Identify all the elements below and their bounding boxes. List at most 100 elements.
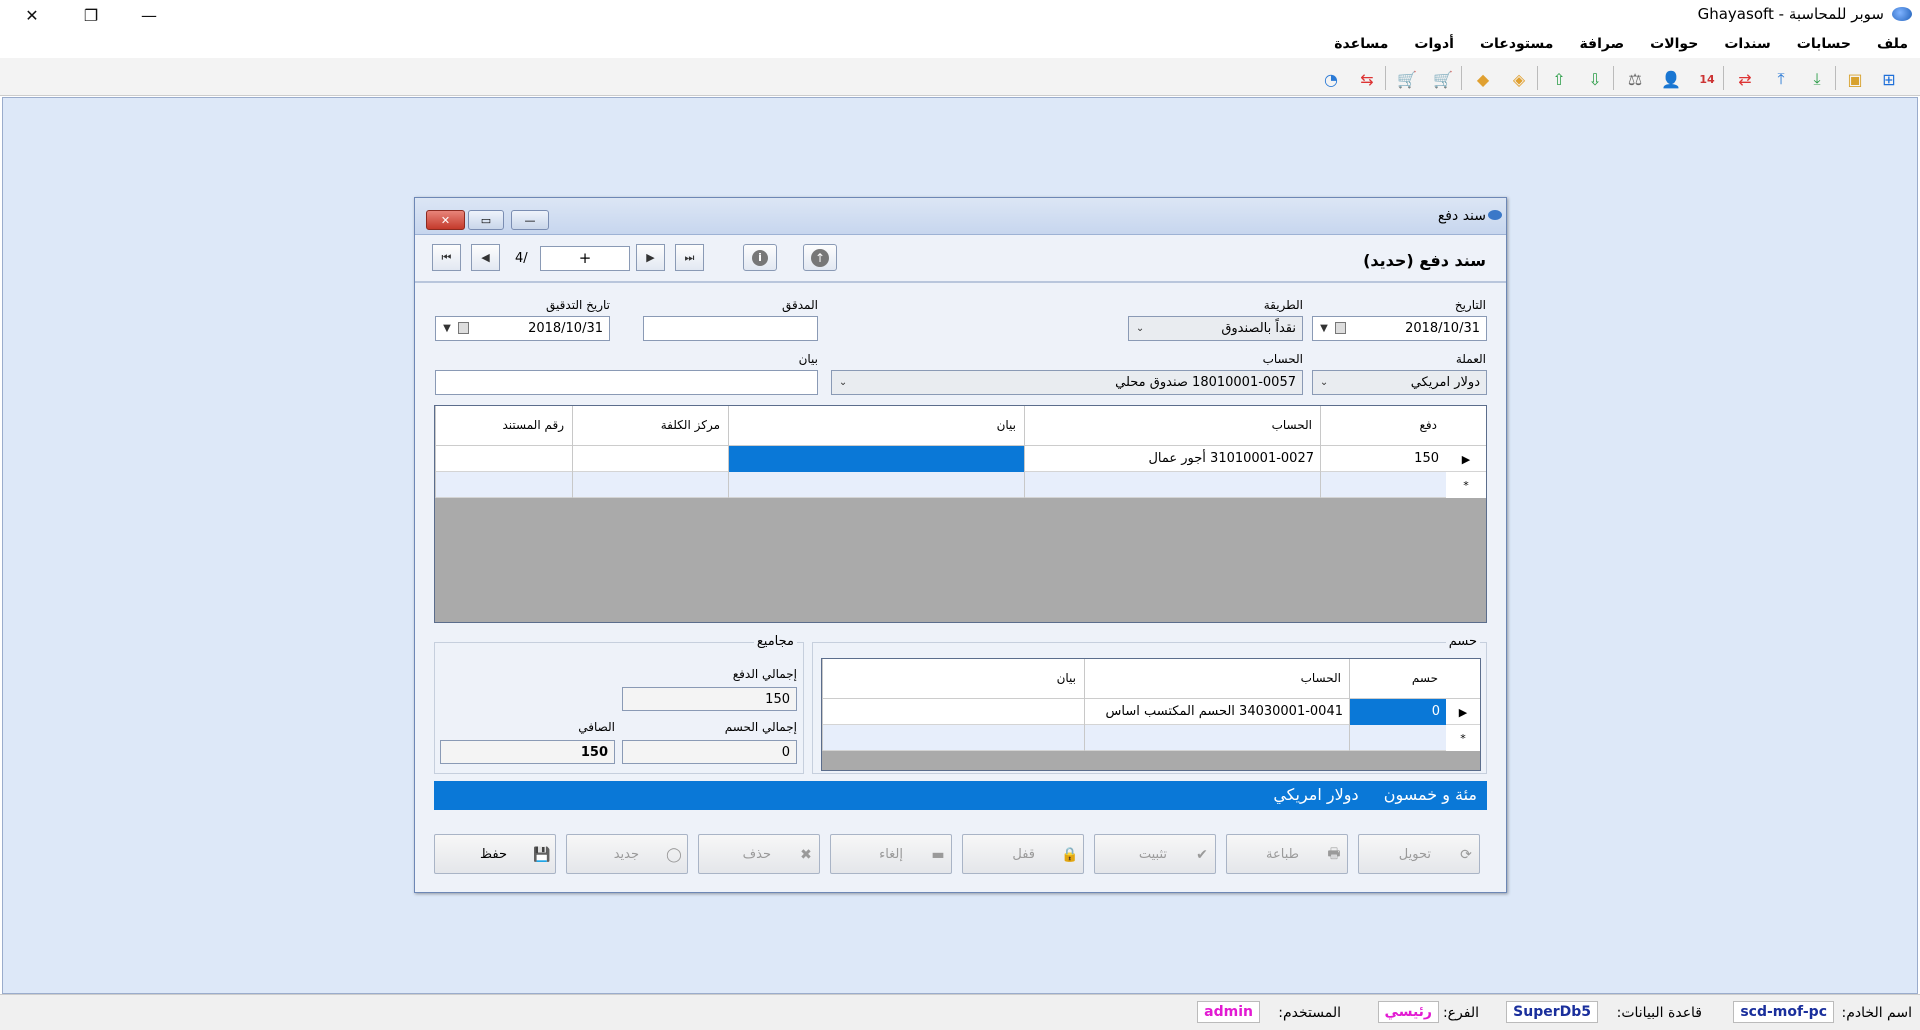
discount-title: حسم — [1445, 634, 1480, 649]
tag-icon[interactable]: ◆ — [1470, 67, 1496, 91]
col-doc-number[interactable]: رقم المستند — [435, 406, 572, 446]
print-button[interactable]: طباعة 🖶 — [1226, 834, 1348, 874]
new-cell[interactable] — [1024, 472, 1320, 498]
account-value: 18010001-0057 صندوق محلي — [1115, 375, 1296, 390]
new-cell[interactable] — [1349, 725, 1446, 751]
minimize-icon[interactable]: — — [125, 0, 173, 30]
branch-label: الفرع: — [1442, 1005, 1479, 1021]
chevron-down-icon[interactable]: ⌄ — [1315, 371, 1333, 394]
statement-label: بيان — [798, 352, 818, 366]
info-button[interactable]: i — [743, 244, 777, 271]
print-label: طباعة — [1266, 847, 1299, 862]
convert-button[interactable]: تحويل ⟳ — [1358, 834, 1480, 874]
dialog-restore-button[interactable]: ▭ — [468, 210, 504, 230]
audit-date-field[interactable]: 2018/10/31 ▼ — [435, 316, 610, 341]
cell-account[interactable]: 31010001-0027 أجور عمال — [1024, 446, 1320, 472]
menu-file[interactable]: ملف — [1877, 36, 1908, 52]
date-field[interactable]: 2018/10/31 ▼ — [1312, 316, 1487, 341]
new-cell[interactable] — [572, 472, 728, 498]
col-discount-statement[interactable]: بيان — [822, 659, 1084, 699]
export-down-icon[interactable]: ⇩ — [1582, 67, 1608, 91]
download-icon[interactable]: ⤓ — [1804, 67, 1830, 91]
menu-tools[interactable]: أدوات — [1414, 36, 1454, 52]
restore-icon[interactable]: ❐ — [67, 0, 115, 30]
cell-doc-number[interactable] — [435, 446, 572, 472]
table-row[interactable]: ▶ 0 34030001-0041 الحسم المكتسب اساس — [822, 699, 1480, 725]
user-icon[interactable]: 👤 — [1658, 67, 1684, 91]
record-number-input[interactable]: + — [540, 246, 630, 271]
new-cell[interactable] — [822, 725, 1084, 751]
menu-accounts[interactable]: حسابات — [1797, 36, 1851, 52]
totals-group: مجاميع إجمالي الدفع 150 إجمالي الحسم 0 ا… — [434, 634, 804, 774]
export-up-icon[interactable]: ⇧ — [1546, 67, 1572, 91]
printer-icon: 🖶 — [1327, 846, 1341, 862]
last-record-button[interactable]: ⏭ — [675, 244, 704, 271]
new-cell[interactable] — [1320, 472, 1445, 498]
col-statement[interactable]: بيان — [728, 406, 1024, 446]
new-row[interactable]: * — [435, 472, 1486, 498]
new-cell[interactable] — [435, 472, 572, 498]
cell-payment[interactable]: 150 — [1320, 446, 1445, 472]
arrow-up-circle-icon: ↑ — [811, 248, 829, 267]
prev-record-button[interactable]: ◀ — [471, 244, 500, 271]
close-icon[interactable]: ✕ — [8, 0, 56, 30]
cancel-button[interactable]: إلغاء ▬ — [830, 834, 952, 874]
menu-help[interactable]: مساعدة — [1334, 36, 1388, 52]
menu-bar: ملف حسابات سندات حوالات صرافة مستودعات أ… — [0, 30, 1920, 58]
pie-icon[interactable]: ◔ — [1318, 67, 1344, 91]
image-icon[interactable]: ▣ — [1842, 67, 1868, 91]
chevron-down-icon[interactable]: ▼ — [438, 317, 456, 340]
dialog-title: سند دفع — [1437, 208, 1486, 224]
lock-button[interactable]: قفل 🔒 — [962, 834, 1084, 874]
floppy-icon: 💾 — [533, 847, 551, 863]
next-record-button[interactable]: ▶ — [636, 244, 665, 271]
new-cell[interactable] — [1084, 725, 1349, 751]
menu-warehouses[interactable]: مستودعات — [1480, 36, 1553, 52]
upload-button[interactable]: ↑ — [803, 244, 837, 271]
cell-statement[interactable] — [728, 446, 1024, 472]
cell-discount[interactable]: 0 — [1349, 699, 1446, 725]
currency-select[interactable]: دولار امريكي ⌄ — [1312, 370, 1487, 395]
first-record-button[interactable]: ⏮ — [432, 244, 461, 271]
new-cell[interactable] — [728, 472, 1024, 498]
delete-button[interactable]: حذف ✖ — [698, 834, 820, 874]
menu-vouchers[interactable]: سندات — [1724, 36, 1770, 52]
cell-discount-account[interactable]: 34030001-0041 الحسم المكتسب اساس — [1084, 699, 1349, 725]
auditor-input[interactable] — [643, 316, 818, 341]
network-icon[interactable]: ⊞ — [1876, 67, 1902, 91]
col-discount[interactable]: حسم — [1349, 659, 1446, 699]
chevron-down-icon[interactable]: ⌄ — [1131, 317, 1149, 340]
calendar-icon[interactable]: 14 — [1694, 67, 1720, 91]
col-cost-center[interactable]: مركز الكلفة — [572, 406, 728, 446]
col-discount-account[interactable]: الحساب — [1084, 659, 1349, 699]
eraser-icon[interactable]: ◈ — [1506, 67, 1532, 91]
currency-value: دولار امريكي — [1410, 375, 1480, 390]
menu-exchange[interactable]: صرافة — [1579, 36, 1624, 52]
new-row[interactable]: * — [822, 725, 1480, 751]
menu-transfers[interactable]: حوالات — [1650, 36, 1698, 52]
transfer-icon[interactable]: ⇆ — [1354, 67, 1380, 91]
exchange-icon[interactable]: ⇄ — [1732, 67, 1758, 91]
chevron-down-icon[interactable]: ▼ — [1315, 317, 1333, 340]
col-account[interactable]: الحساب — [1024, 406, 1320, 446]
account-select[interactable]: 18010001-0057 صندوق محلي ⌄ — [831, 370, 1303, 395]
cell-cost-center[interactable] — [572, 446, 728, 472]
statement-input[interactable] — [435, 370, 818, 395]
dialog-minimize-button[interactable]: — — [511, 210, 549, 230]
dialog-close-button[interactable]: ✕ — [426, 210, 465, 230]
col-payment[interactable]: دفع — [1320, 406, 1445, 446]
chevron-down-icon[interactable]: ⌄ — [834, 371, 852, 394]
cart-icon[interactable]: 🛒 — [1430, 67, 1456, 91]
table-row[interactable]: ▶ 150 31010001-0027 أجور عمال — [435, 446, 1486, 472]
new-button[interactable]: جديد ◯ — [566, 834, 688, 874]
new-label: جديد — [613, 847, 639, 862]
cell-discount-statement[interactable] — [822, 699, 1084, 725]
method-select[interactable]: نقداً بالصندوق ⌄ — [1128, 316, 1303, 341]
upload-icon[interactable]: ⤒ — [1768, 67, 1794, 91]
post-button[interactable]: تثبيت ✔ — [1094, 834, 1216, 874]
calendar-icon — [458, 322, 469, 334]
scales-icon[interactable]: ⚖ — [1622, 67, 1648, 91]
cart-remove-icon[interactable]: 🛒 — [1394, 67, 1420, 91]
save-button[interactable]: حفظ 💾 — [434, 834, 556, 874]
minus-icon: ▬ — [931, 847, 945, 863]
